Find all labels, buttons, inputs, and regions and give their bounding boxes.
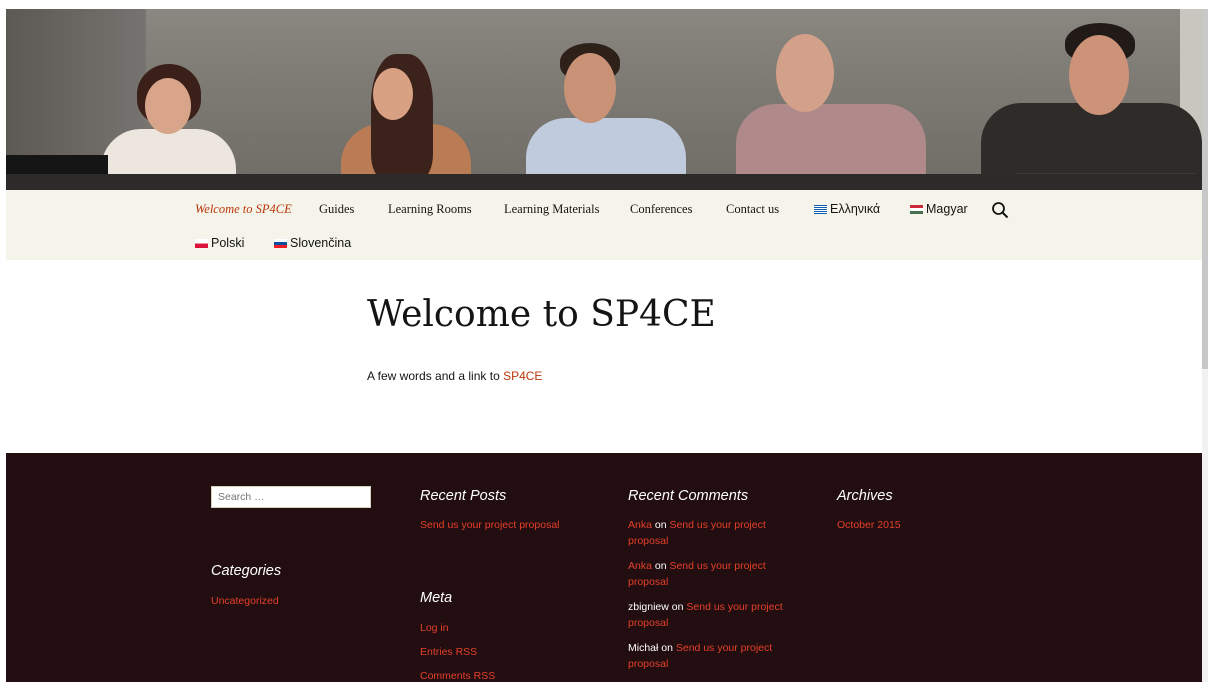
meta-link-comments-rss[interactable]: Comments RSS <box>420 668 495 682</box>
intro-paragraph: A few words and a link to SP4CE <box>367 369 542 383</box>
greece-flag-icon <box>814 205 827 214</box>
page: Welcome to SP4CE Guides Learning Rooms L… <box>6 9 1202 682</box>
archive-link-october-2015[interactable]: October 2015 <box>837 517 901 533</box>
comment-author: zbigniew <box>628 601 669 613</box>
categories-title: Categories <box>211 563 282 579</box>
comment-author: Michał <box>628 642 659 654</box>
nav-item-polish-label: Polski <box>211 236 245 250</box>
banner-person-4 <box>736 34 926 190</box>
banner-person-2 <box>341 54 481 190</box>
recent-comment-item: Michał on Send us your project proposal <box>628 640 798 672</box>
scrollbar-thumb[interactable] <box>1202 9 1208 369</box>
recent-comment-item: Anka on Send us your project proposal <box>628 517 798 549</box>
archives-title: Archives <box>837 488 893 504</box>
main-navigation: Welcome to SP4CE Guides Learning Rooms L… <box>6 190 1202 260</box>
banner-person-1 <box>101 64 241 190</box>
comment-on-text: on <box>671 601 684 613</box>
top-margin <box>0 0 1208 9</box>
comment-on-text: on <box>654 560 667 572</box>
poland-flag-icon <box>195 239 208 248</box>
footer-search-input[interactable] <box>211 486 371 508</box>
banner-table <box>6 174 1202 190</box>
meta-link-login[interactable]: Log in <box>420 620 449 636</box>
footer-widgets: Categories Uncategorized Recent Posts Se… <box>6 453 1202 682</box>
hungary-flag-icon <box>910 205 923 214</box>
nav-item-guides[interactable]: Guides <box>319 202 354 217</box>
nav-item-greek-label: Ελληνικά <box>830 202 881 216</box>
meta-link-entries-rss[interactable]: Entries RSS <box>420 644 477 660</box>
slovakia-flag-icon <box>274 239 287 248</box>
comment-author-link[interactable]: Anka <box>628 519 652 531</box>
comment-on-text: on <box>661 642 673 654</box>
comment-author-link[interactable]: Anka <box>628 560 652 572</box>
nav-item-polish[interactable]: Polski <box>195 236 244 250</box>
recent-comment-item: zbigniew on Send us your project proposa… <box>628 599 798 631</box>
intro-link-sp4ce[interactable]: SP4CE <box>503 369 542 383</box>
nav-item-greek[interactable]: Ελληνικά <box>814 202 880 216</box>
nav-item-learning-rooms[interactable]: Learning Rooms <box>388 202 472 217</box>
nav-item-welcome[interactable]: Welcome to SP4CE <box>195 202 292 217</box>
recent-comments-title: Recent Comments <box>628 488 749 504</box>
nav-item-slovak[interactable]: Slovenčina <box>274 236 351 250</box>
banner-person-5 <box>981 23 1202 190</box>
meta-title: Meta <box>420 590 453 606</box>
header-banner-image[interactable] <box>6 9 1202 190</box>
recent-comment-item: Anka on Send us your project proposal <box>628 558 798 590</box>
nav-item-learning-materials[interactable]: Learning Materials <box>504 202 599 217</box>
nav-item-hungarian-label: Magyar <box>926 202 968 216</box>
nav-item-hungarian[interactable]: Magyar <box>910 202 968 216</box>
nav-item-slovak-label: Slovenčina <box>290 236 352 250</box>
recent-post-link[interactable]: Send us your project proposal <box>420 517 560 533</box>
search-icon[interactable] <box>991 201 1009 219</box>
page-title: Welcome to SP4CE <box>367 294 716 335</box>
nav-item-contact-us[interactable]: Contact us <box>726 202 779 217</box>
intro-text: A few words and a link to <box>367 369 504 383</box>
banner-person-3 <box>526 43 686 190</box>
nav-item-conferences[interactable]: Conferences <box>630 202 692 217</box>
recent-posts-title: Recent Posts <box>420 488 507 504</box>
category-link-uncategorized[interactable]: Uncategorized <box>211 593 279 609</box>
comment-on-text: on <box>654 519 667 531</box>
